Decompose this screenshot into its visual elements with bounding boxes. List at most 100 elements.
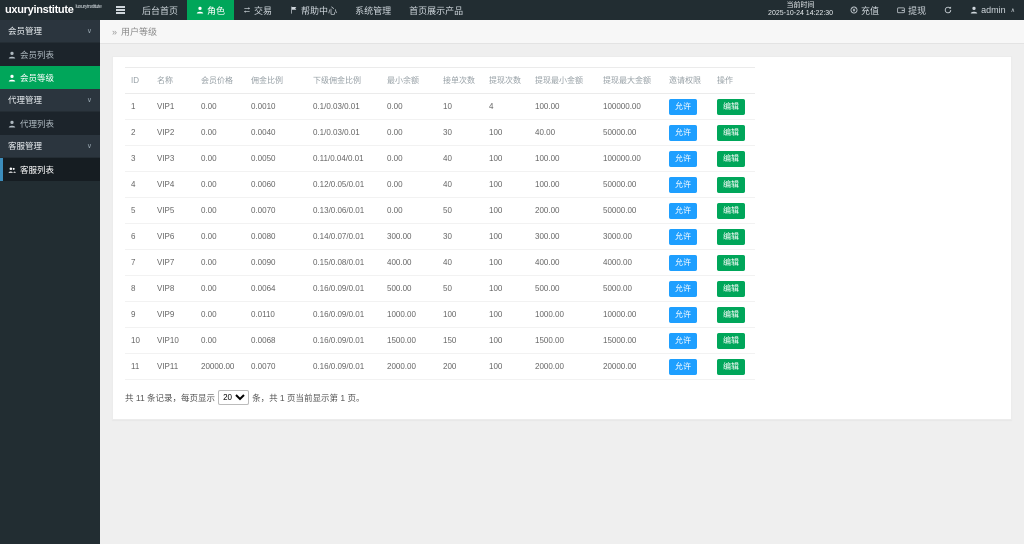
table-cell: 0.16/0.09/0.01 xyxy=(307,353,381,380)
table-row: 3 VIP3 0.00 0.0050 0.11/0.04/0.01 0.00 40 100 10… xyxy=(125,145,755,172)
table-cell: 40 xyxy=(437,249,483,276)
pagination-text: 条，共 1 页当前显示第 1 页。 xyxy=(252,392,365,403)
nav-item-dashboard[interactable]: 后台首页 xyxy=(133,0,187,20)
table-cell: 2000.00 xyxy=(529,353,597,380)
user-levels-table: ID 名称 会员价格 佣金比例 下级佣金比例 最小余额 接单次数 提现次数 提现… xyxy=(125,67,755,380)
nav-item-help-center[interactable]: 帮助中心 xyxy=(281,0,346,20)
table-cell: VIP10 xyxy=(151,327,195,354)
table-cell: 0.00 xyxy=(381,119,437,146)
table-cell: 0.00 xyxy=(195,145,245,172)
table-cell: 7 xyxy=(125,249,151,276)
table-cell: 0.00 xyxy=(381,171,437,198)
action-cell: 编辑 xyxy=(711,223,755,250)
edit-button[interactable]: 编辑 xyxy=(717,358,745,375)
withdraw-button[interactable]: 提现 xyxy=(888,0,935,20)
chevron-down-icon: ∨ xyxy=(86,97,92,104)
table-row: 8 VIP8 0.00 0.0064 0.16/0.09/0.01 500.00 50 100… xyxy=(125,275,755,302)
nav-item-system-management[interactable]: 系统管理 xyxy=(346,0,400,20)
page-size-select[interactable]: 20 xyxy=(218,390,250,405)
allow-button[interactable]: 允许 xyxy=(669,228,697,245)
nav-item-trade[interactable]: 交易 xyxy=(234,0,281,20)
sidebar-item-agent-list[interactable]: 代理列表 xyxy=(0,112,100,135)
table-cell: VIP8 xyxy=(151,275,195,302)
allow-button[interactable]: 允许 xyxy=(669,254,697,271)
table-cell: 0.00 xyxy=(195,249,245,276)
edit-button[interactable]: 编辑 xyxy=(717,306,745,323)
wallet-icon xyxy=(897,6,905,14)
person-icon xyxy=(8,51,16,59)
table-cell: 0.00 xyxy=(195,93,245,120)
allow-button[interactable]: 允许 xyxy=(669,332,697,349)
hamburger-icon[interactable] xyxy=(108,0,133,20)
sidebar-item-member-level[interactable]: 会员等级 xyxy=(0,66,100,89)
table-cell: VIP5 xyxy=(151,197,195,224)
table-cell: 100.00 xyxy=(529,171,597,198)
allow-button[interactable]: 允许 xyxy=(669,176,697,193)
edit-button[interactable]: 编辑 xyxy=(717,176,745,193)
allow-button[interactable]: 允许 xyxy=(669,124,697,141)
table-cell: 150 xyxy=(437,327,483,354)
nav-item-role[interactable]: 角色 xyxy=(187,0,235,20)
pagination-text: 共 11 条记录，每页显示 xyxy=(125,392,216,403)
table-cell: 50000.00 xyxy=(597,171,663,198)
invite-permission-cell: 允许 xyxy=(663,145,711,172)
logo[interactable]: uxuryinstitute luxuryinstitute xyxy=(0,0,108,20)
invite-permission-cell: 允许 xyxy=(663,327,711,354)
chevron-down-icon: ∨ xyxy=(86,28,92,35)
table-cell: 0.12/0.05/0.01 xyxy=(307,171,381,198)
table-cell: 4 xyxy=(483,93,529,120)
table-cell: VIP6 xyxy=(151,223,195,250)
table-cell: 0.0070 xyxy=(245,353,307,380)
col-header: 佣金比例 xyxy=(245,67,307,94)
allow-button[interactable]: 允许 xyxy=(669,202,697,219)
sidebar-section-agent-management[interactable]: 代理管理 ∨ xyxy=(0,89,100,112)
item-label: 代理列表 xyxy=(20,118,55,129)
edit-button[interactable]: 编辑 xyxy=(717,150,745,167)
allow-button[interactable]: 允许 xyxy=(669,358,697,375)
edit-button[interactable]: 编辑 xyxy=(717,254,745,271)
edit-button[interactable]: 编辑 xyxy=(717,332,745,349)
nav-label: 交易 xyxy=(254,5,273,16)
table-cell: 0.16/0.09/0.01 xyxy=(307,301,381,328)
table-cell: 40 xyxy=(437,171,483,198)
nav-item-homepage-products[interactable]: 首页展示产品 xyxy=(400,0,472,20)
invite-permission-cell: 允许 xyxy=(663,93,711,120)
edit-button[interactable]: 编辑 xyxy=(717,228,745,245)
table-cell: 11 xyxy=(125,353,151,380)
recharge-label: 充值 xyxy=(861,5,880,16)
table-cell: 400.00 xyxy=(381,249,437,276)
col-header: ID xyxy=(125,67,151,94)
table-cell: 100.00 xyxy=(529,145,597,172)
refresh-button[interactable] xyxy=(935,0,961,20)
sidebar-item-member-list[interactable]: 会员列表 xyxy=(0,43,100,66)
allow-button[interactable]: 允许 xyxy=(669,280,697,297)
action-cell: 编辑 xyxy=(711,171,755,198)
sidebar-item-support-list[interactable]: 客服列表 xyxy=(0,158,100,181)
col-header: 提现最大金额 xyxy=(597,67,663,94)
col-header: 下级佣金比例 xyxy=(307,67,381,94)
table-cell: 100000.00 xyxy=(597,145,663,172)
edit-button[interactable]: 编辑 xyxy=(717,124,745,141)
allow-button[interactable]: 允许 xyxy=(669,150,697,167)
table-cell: 0.00 xyxy=(195,197,245,224)
recharge-button[interactable]: 充值 xyxy=(841,0,888,20)
table-cell: 20000.00 xyxy=(195,353,245,380)
table-cell: VIP2 xyxy=(151,119,195,146)
edit-button[interactable]: 编辑 xyxy=(717,98,745,115)
user-menu[interactable]: admin ∧ xyxy=(961,0,1024,20)
sidebar-section-member-management[interactable]: 会员管理 ∨ xyxy=(0,20,100,43)
table-row: 4 VIP4 0.00 0.0060 0.12/0.05/0.01 0.00 40 100 10… xyxy=(125,171,755,198)
table-cell: 50000.00 xyxy=(597,197,663,224)
logo-text: uxuryinstitute xyxy=(5,4,74,16)
sidebar-section-support-management[interactable]: 客服管理 ∨ xyxy=(0,135,100,158)
edit-button[interactable]: 编辑 xyxy=(717,202,745,219)
allow-button[interactable]: 允许 xyxy=(669,306,697,323)
action-cell: 编辑 xyxy=(711,249,755,276)
logo-subtext: luxuryinstitute xyxy=(75,4,102,10)
table-card: ID 名称 会员价格 佣金比例 下级佣金比例 最小余额 接单次数 提现次数 提现… xyxy=(112,56,1012,420)
table-cell: 100 xyxy=(483,301,529,328)
table-cell: 4 xyxy=(125,171,151,198)
table-cell: 0.00 xyxy=(381,145,437,172)
edit-button[interactable]: 编辑 xyxy=(717,280,745,297)
allow-button[interactable]: 允许 xyxy=(669,98,697,115)
